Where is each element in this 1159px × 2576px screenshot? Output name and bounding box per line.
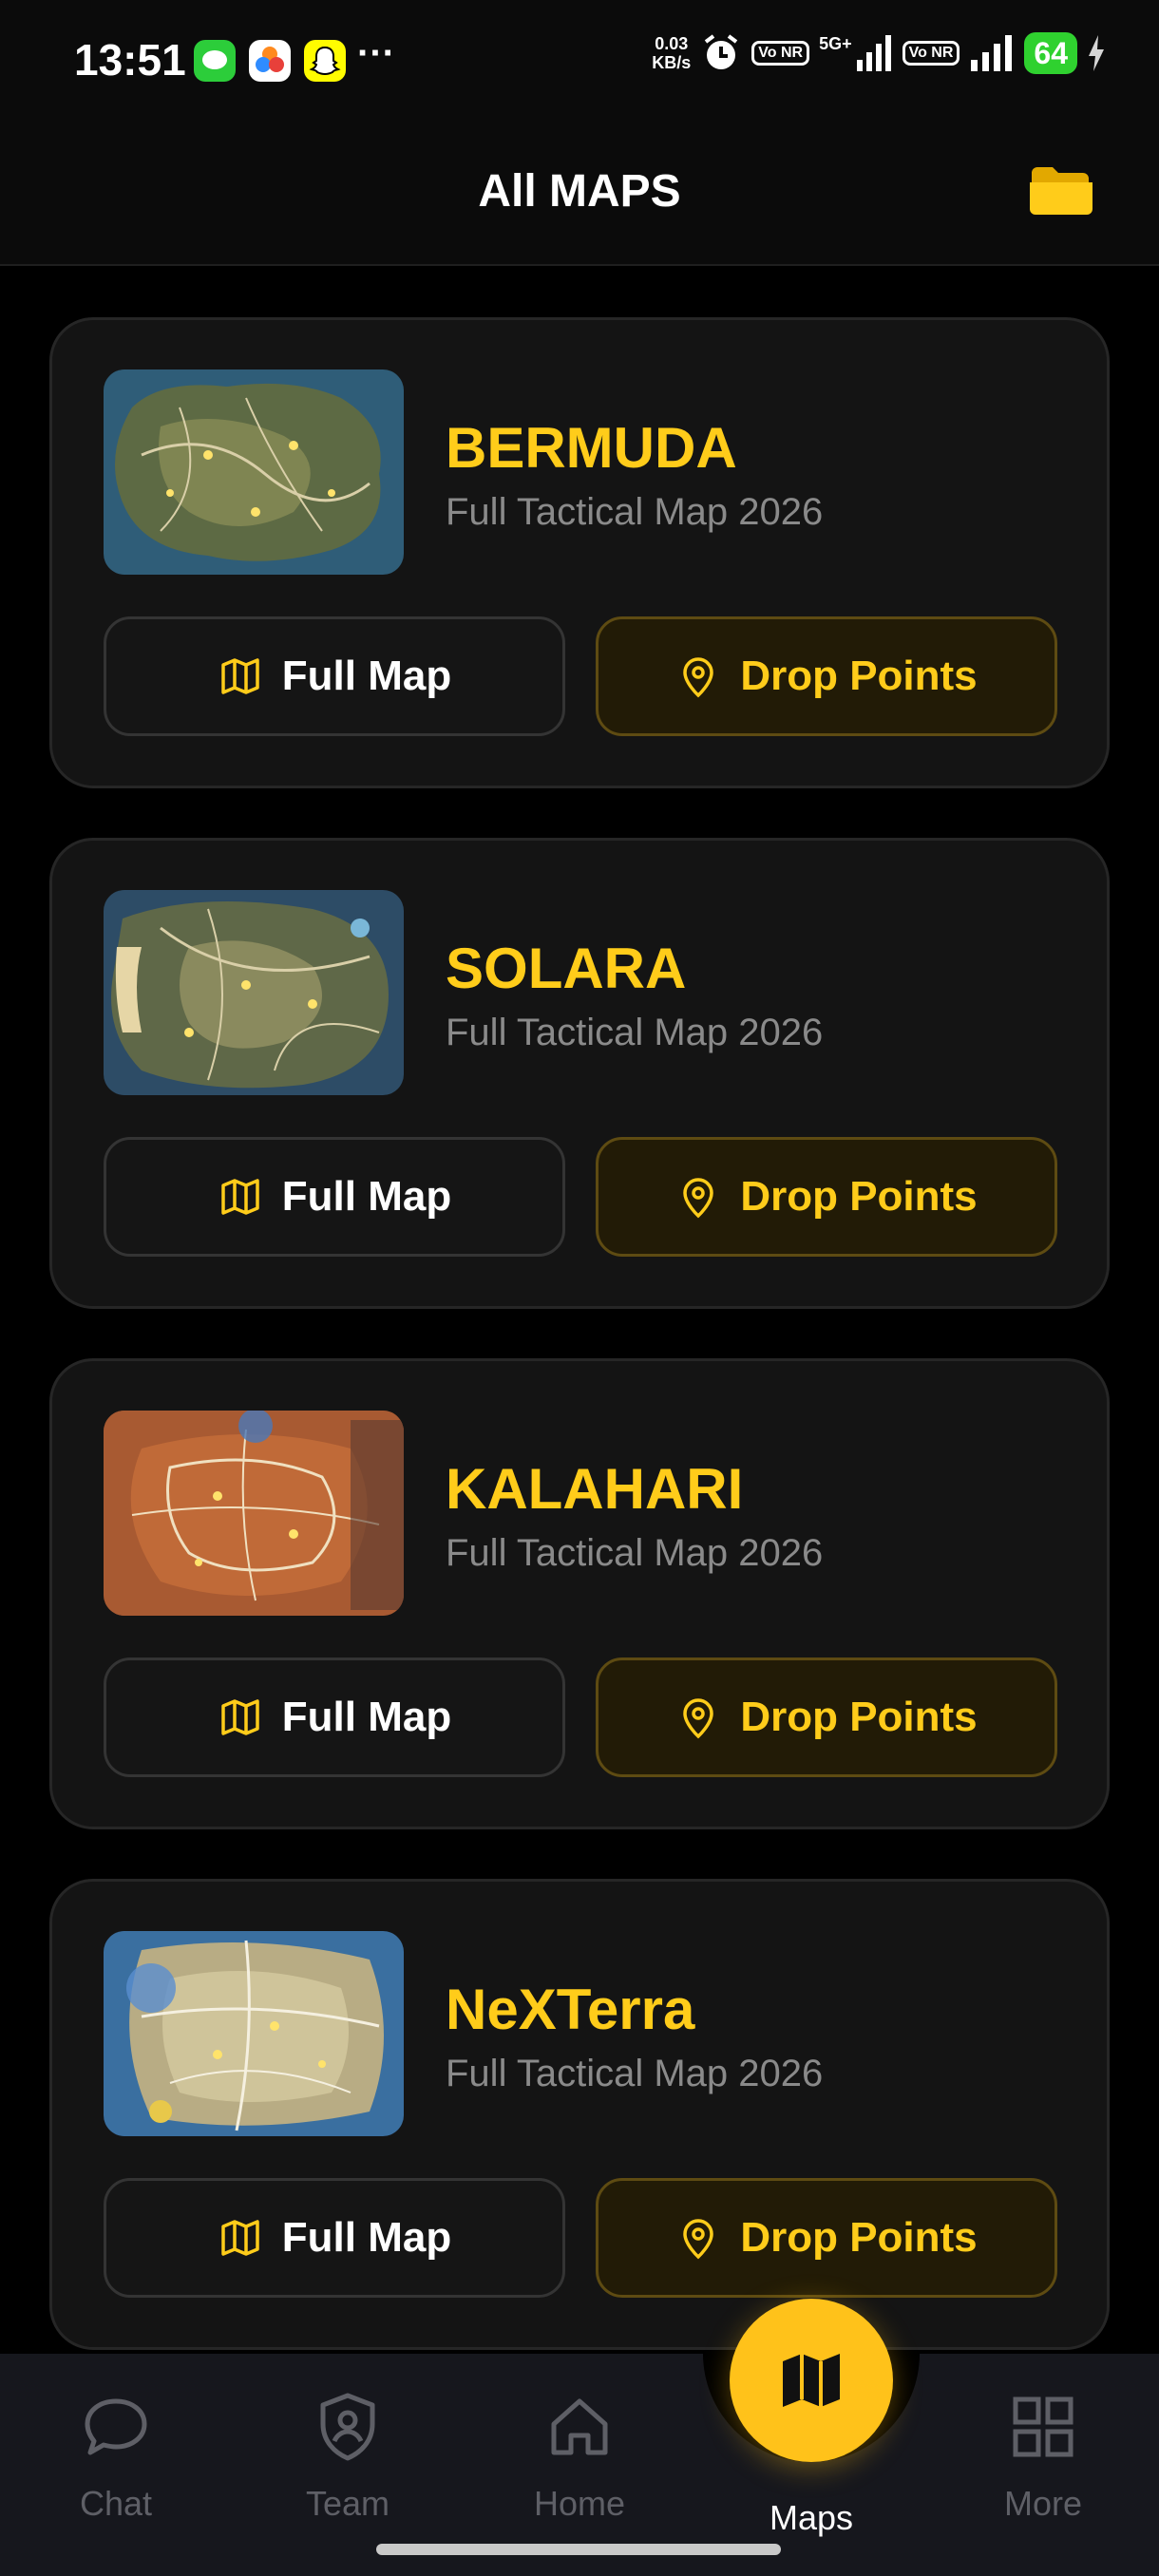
nav-item-maps[interactable]: Maps: [716, 2498, 906, 2538]
full-map-label: Full Map: [281, 1694, 452, 1740]
map-thumbnail-nexterra[interactable]: [104, 1931, 404, 2136]
map-name: SOLARA: [446, 937, 687, 1000]
grid-icon: [1013, 2396, 1074, 2457]
location-pin-icon: [683, 1698, 714, 1739]
speed-value: 0.03: [655, 34, 689, 53]
map-list: BERMUDA Full Tactical Map 2026 Full Map …: [49, 317, 1110, 2399]
home-icon: [551, 2398, 608, 2455]
maps-fab-button[interactable]: [730, 2299, 893, 2462]
app-header: All MAPS: [0, 123, 1159, 266]
full-map-label: Full Map: [281, 653, 452, 699]
full-map-button[interactable]: Full Map: [104, 616, 565, 736]
drop-points-label: Drop Points: [740, 653, 978, 699]
volte-badge: Vo NR: [751, 41, 810, 66]
map-subtitle: Full Tactical Map 2026: [446, 2053, 824, 2094]
drop-points-button[interactable]: Drop Points: [596, 1137, 1057, 1257]
nav-label-home: Home: [533, 2484, 626, 2523]
signal-5g: 5G+: [819, 34, 893, 71]
map-subtitle: Full Tactical Map 2026: [446, 1012, 824, 1053]
map-icon: [783, 2354, 840, 2407]
drop-points-label: Drop Points: [740, 1173, 978, 1220]
drop-points-label: Drop Points: [740, 1694, 978, 1740]
speed-unit: KB/s: [652, 53, 692, 72]
drop-points-button[interactable]: Drop Points: [596, 1657, 1057, 1777]
map-name: KALAHARI: [446, 1457, 744, 1521]
signal-bars-icon-2: [971, 35, 1013, 71]
folder-icon: [1030, 167, 1092, 215]
map-thumbnail-bermuda[interactable]: [104, 369, 404, 575]
alarm-icon: [705, 34, 738, 69]
nav-label-maps: Maps: [769, 2498, 854, 2537]
map-icon: [221, 2220, 259, 2256]
map-card-nexterra: NeXTerra Full Tactical Map 2026 Full Map…: [49, 1879, 1110, 2350]
nav-item-more[interactable]: More: [948, 2390, 1138, 2524]
battery-level: 64: [1034, 35, 1068, 70]
map-card-bermuda: BERMUDA Full Tactical Map 2026 Full Map …: [49, 317, 1110, 788]
drop-points-button[interactable]: Drop Points: [596, 2178, 1057, 2298]
full-map-button[interactable]: Full Map: [104, 2178, 565, 2298]
map-icon: [221, 1179, 259, 1215]
folder-button[interactable]: [1028, 161, 1094, 218]
signal-bars-icon: [856, 35, 891, 71]
home-indicator[interactable]: [376, 2544, 781, 2555]
status-bar: 13:51 ··· 0.03 KB/s Vo NR 5G+ Vo NR 64: [0, 0, 1159, 123]
bottom-navigation: Chat Team Home Maps More: [0, 2354, 1159, 2576]
map-icon: [221, 1699, 259, 1735]
map-thumbnail-kalahari[interactable]: [104, 1411, 404, 1616]
drop-points-label: Drop Points: [740, 2214, 978, 2261]
status-time: 13:51: [74, 35, 186, 85]
network-type: 5G+: [819, 34, 852, 53]
nav-label-more: More: [1003, 2484, 1083, 2523]
map-card-kalahari: KALAHARI Full Tactical Map 2026 Full Map…: [49, 1358, 1110, 1829]
battery-indicator: 64: [1024, 32, 1077, 74]
location-pin-icon: [683, 1178, 714, 1219]
photos-app-icon: [249, 40, 291, 82]
map-subtitle: Full Tactical Map 2026: [446, 491, 824, 533]
nav-label-team: Team: [305, 2484, 390, 2523]
location-pin-icon: [683, 657, 714, 698]
full-map-button[interactable]: Full Map: [104, 1657, 565, 1777]
nav-item-home[interactable]: Home: [484, 2390, 674, 2524]
nav-label-chat: Chat: [79, 2484, 153, 2523]
messages-app-icon: [194, 40, 236, 82]
charging-icon: [1089, 35, 1104, 71]
snapchat-app-icon: [304, 40, 346, 82]
map-name: BERMUDA: [446, 416, 737, 480]
full-map-label: Full Map: [281, 1173, 452, 1220]
map-thumbnail-solara[interactable]: [104, 890, 404, 1095]
network-speed: 0.03 KB/s: [652, 34, 691, 72]
notification-icons: [194, 40, 346, 82]
volte-badge-2: Vo NR: [902, 41, 960, 66]
map-name: NeXTerra: [446, 1978, 695, 2041]
location-pin-icon: [683, 2219, 714, 2260]
shield-user-icon: [320, 2393, 375, 2461]
full-map-label: Full Map: [281, 2214, 452, 2261]
nav-item-team[interactable]: Team: [253, 2390, 443, 2524]
map-icon: [221, 658, 259, 694]
map-subtitle: Full Tactical Map 2026: [446, 1532, 824, 1574]
full-map-button[interactable]: Full Map: [104, 1137, 565, 1257]
more-notifications-icon: ···: [357, 32, 395, 74]
nav-item-chat[interactable]: Chat: [21, 2390, 211, 2524]
status-indicators: 0.03 KB/s Vo NR 5G+ Vo NR 64: [652, 32, 1106, 74]
chat-icon: [85, 2398, 147, 2455]
map-card-solara: SOLARA Full Tactical Map 2026 Full Map D…: [49, 838, 1110, 1309]
drop-points-button[interactable]: Drop Points: [596, 616, 1057, 736]
page-title: All MAPS: [478, 166, 681, 217]
